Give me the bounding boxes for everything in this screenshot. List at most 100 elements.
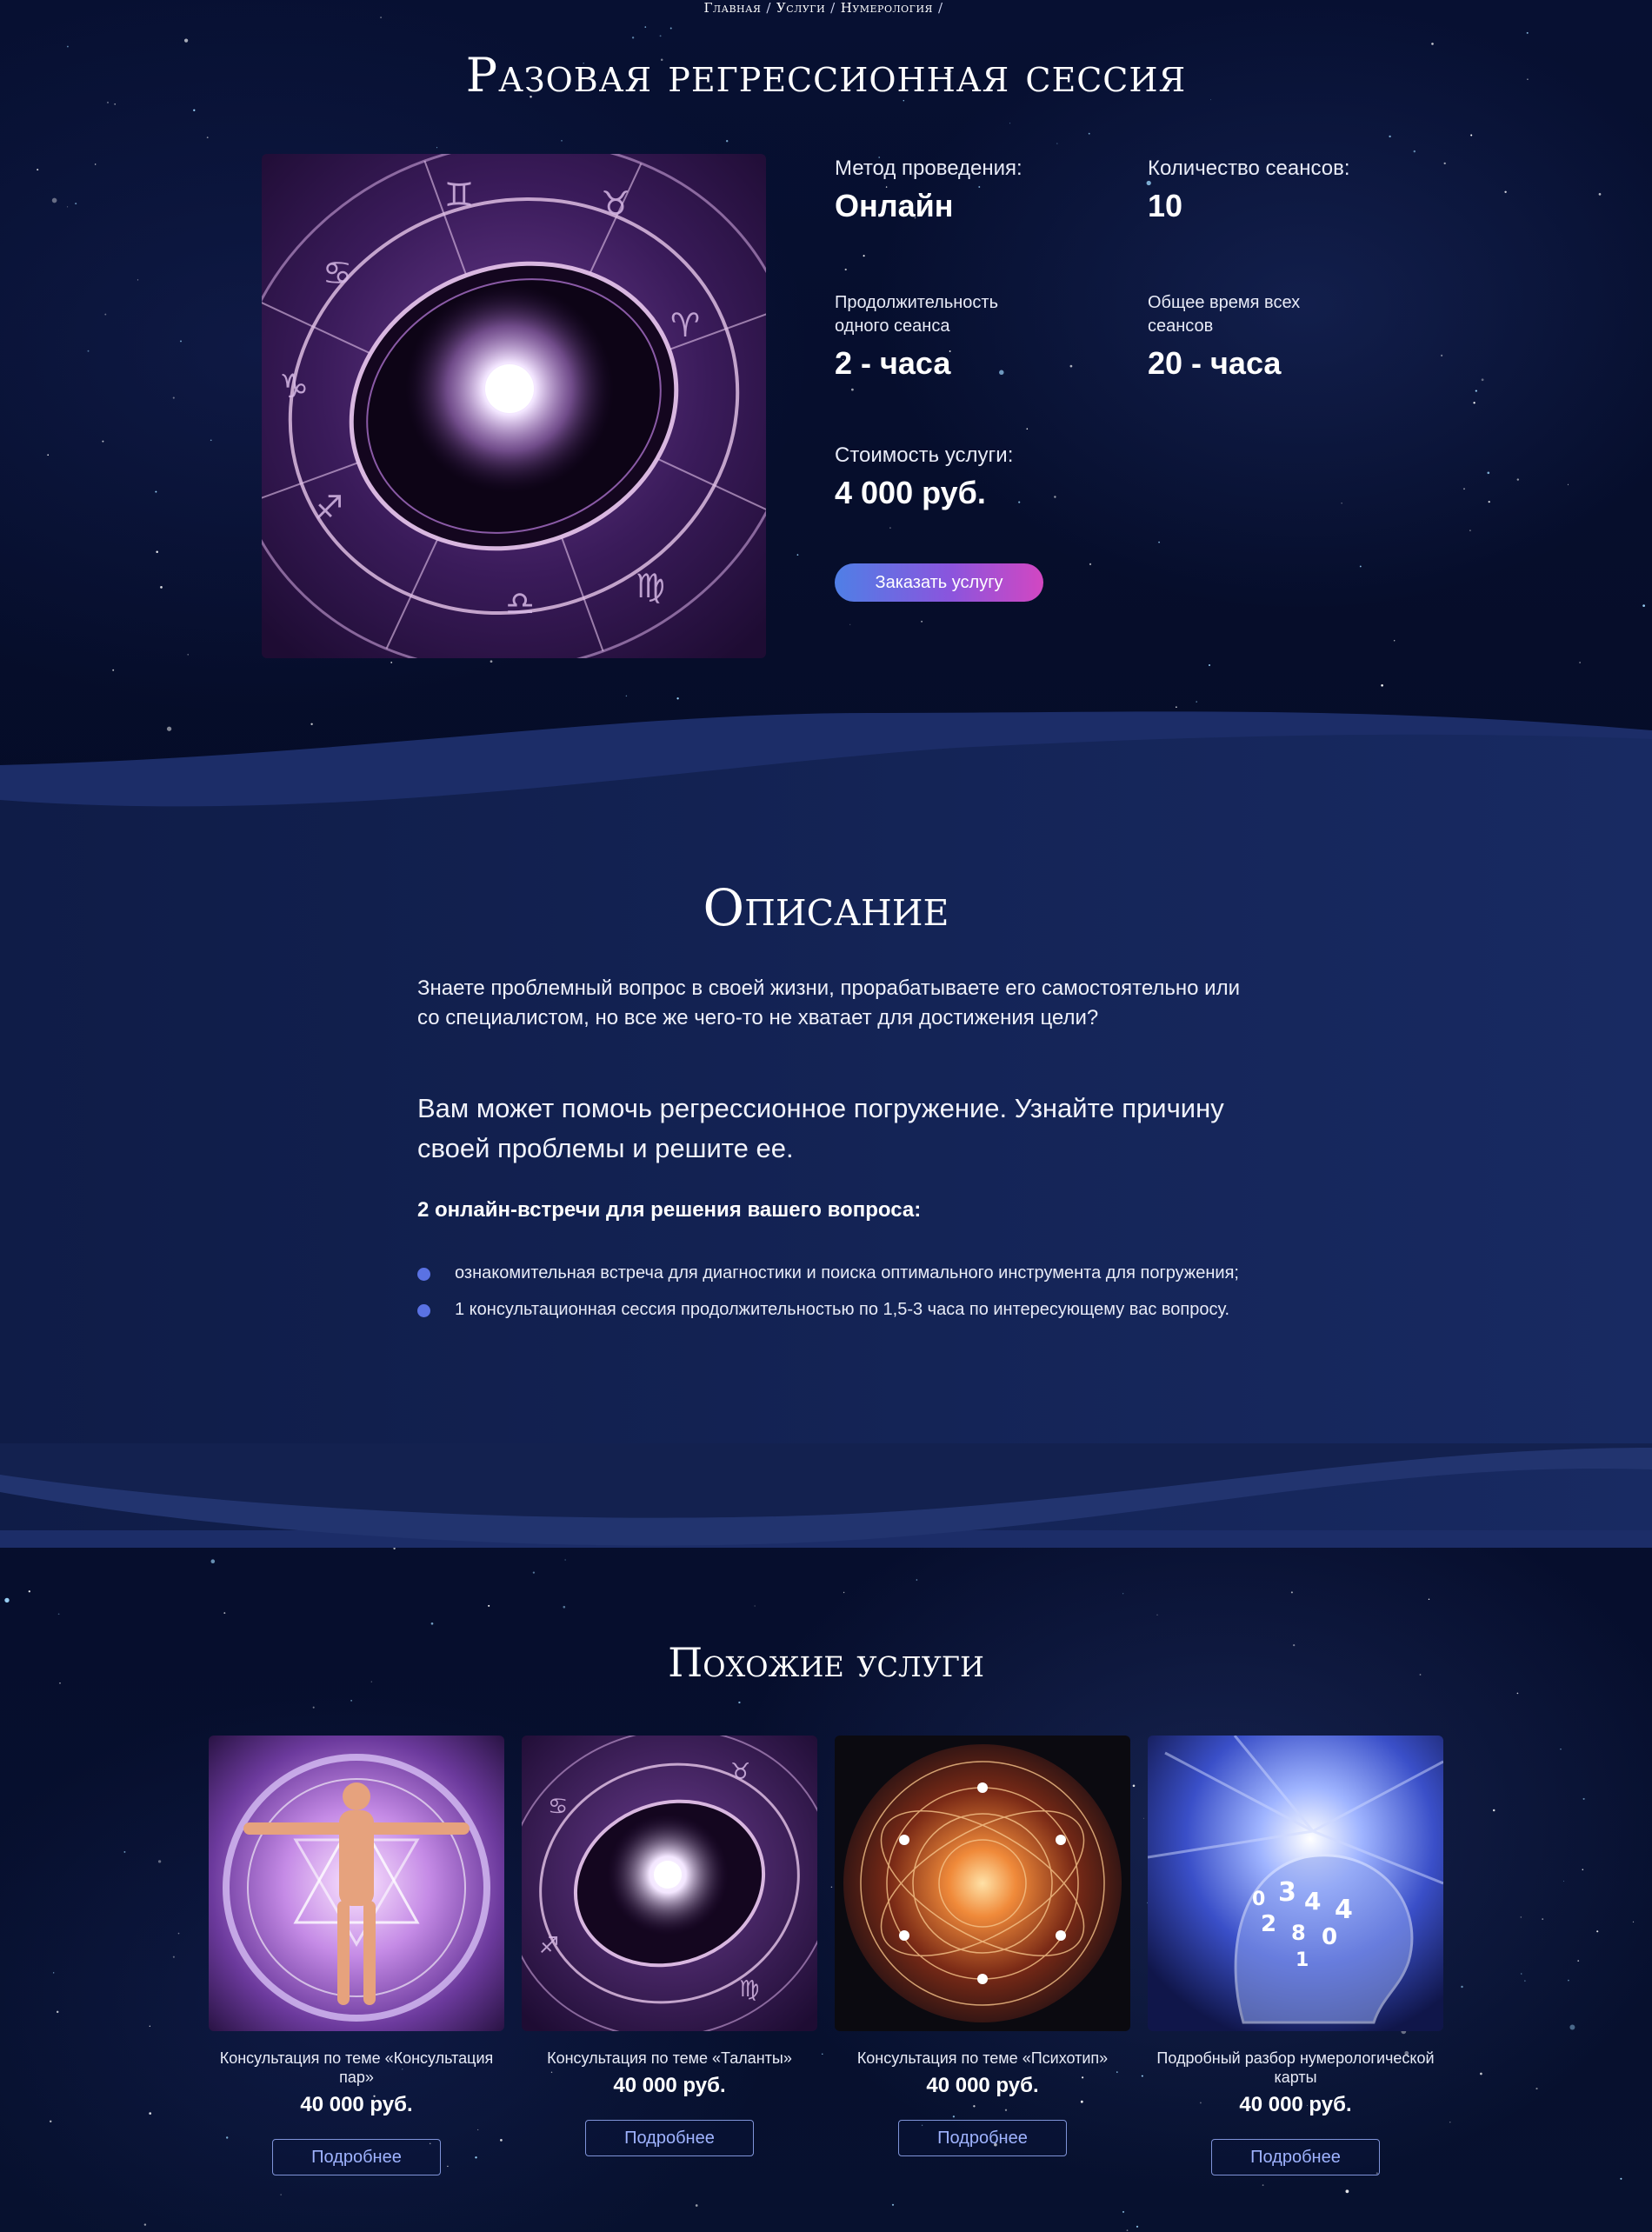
description-title: Описание — [703, 878, 949, 937]
star — [1156, 1614, 1158, 1616]
service-card: ♋ ♉ ♍ ♐ Консультация по теме «Таланты» 4… — [522, 1736, 817, 2156]
star — [488, 1604, 490, 1607]
method-value: Онлайн — [835, 188, 954, 223]
zodiac-wheel-illustration: ♋ ♊ ♉ ♈ ♍ ♐ ♑ ♎ — [262, 154, 766, 658]
page-title: Разовая регрессионная сессия — [465, 48, 1187, 103]
total-time-label: Общее время всех сеансов — [1148, 293, 1301, 336]
star — [1141, 2075, 1143, 2077]
svg-text:♉: ♉ — [601, 184, 630, 223]
card-price: 40 000 руб. — [1239, 2093, 1352, 2116]
details-button[interactable]: Подробнее — [898, 2120, 1067, 2156]
star — [1473, 402, 1475, 404]
rune-circle-thumbnail[interactable] — [835, 1736, 1130, 2031]
star — [1526, 31, 1529, 34]
svg-text:0: 0 — [1252, 1889, 1265, 1910]
star — [889, 527, 891, 529]
star — [210, 439, 212, 442]
star — [1504, 190, 1507, 194]
card-title: Подробный разбор нумерологической карты — [1156, 2049, 1435, 2086]
breadcrumb-numerology[interactable]: Нумерология — [841, 0, 933, 16]
method-block: Метод проведения: Онлайн — [835, 157, 1023, 224]
star — [1470, 134, 1473, 137]
star — [822, 2053, 823, 2055]
star — [916, 1579, 918, 1581]
details-button[interactable]: Подробнее — [1211, 2139, 1380, 2175]
star — [644, 26, 647, 28]
star — [1562, 1880, 1565, 1882]
star — [37, 169, 39, 171]
star — [1520, 1916, 1522, 1918]
description-paragraph-3: 2 онлайн-встречи для решения вашего вопр… — [417, 1198, 922, 1222]
star — [1431, 43, 1434, 45]
price-value: 4 000 руб. — [835, 475, 986, 510]
star — [1598, 193, 1602, 196]
star — [180, 340, 182, 343]
star — [754, 1605, 756, 1607]
details-button[interactable]: Подробнее — [272, 2139, 441, 2175]
star — [172, 396, 175, 399]
breadcrumb-separator: / — [830, 0, 836, 16]
card-title: Консультация по теме «Консультация пар» — [219, 2049, 494, 2086]
star — [1481, 378, 1484, 382]
star — [1516, 478, 1520, 481]
description-paragraph-2: Вам может помочь регрессионное погружени… — [417, 1093, 1224, 1163]
star — [1567, 483, 1569, 485]
star — [1209, 664, 1210, 666]
breadcrumb-home[interactable]: Главная — [704, 0, 762, 16]
total-time-block: Общее время всех сеансов 20 - часа — [1148, 291, 1356, 382]
star — [863, 255, 865, 257]
breadcrumb-services[interactable]: Услуги — [776, 0, 825, 16]
star — [1488, 500, 1490, 503]
star — [380, 17, 383, 19]
star — [1262, 2184, 1264, 2186]
star — [390, 662, 393, 663]
star — [726, 140, 729, 143]
star — [1122, 1593, 1124, 1595]
star — [67, 206, 69, 208]
star — [1136, 2225, 1139, 2228]
star — [1026, 428, 1029, 430]
order-service-button[interactable]: Заказать услугу — [835, 563, 1043, 602]
star — [156, 550, 158, 554]
price-label: Стоимость услуги: — [835, 443, 1014, 467]
star — [143, 2223, 147, 2226]
star — [53, 1972, 55, 1974]
svg-text:1: 1 — [1296, 1949, 1309, 1971]
description-bullet-list: ознакомительная встреча для диагностики … — [417, 1261, 1252, 1334]
star — [1582, 1797, 1585, 1800]
star — [193, 109, 196, 111]
star — [1393, 640, 1396, 642]
star — [172, 1955, 175, 1958]
star — [104, 313, 107, 316]
numbers-head-thumbnail[interactable]: 3 4 2 8 0 0 4 1 — [1148, 1736, 1443, 2031]
star — [47, 454, 50, 456]
star — [223, 1612, 226, 1615]
svg-text:♉: ♉ — [730, 1759, 750, 1785]
price-block: Стоимость услуги: 4 000 руб. — [835, 443, 1013, 511]
star — [187, 654, 189, 656]
breadcrumb-separator: / — [937, 0, 943, 16]
star — [183, 38, 189, 43]
zodiac-wheel-thumbnail[interactable]: ♋ ♉ ♍ ♐ — [522, 1736, 817, 2031]
svg-text:♈: ♈ — [670, 306, 700, 344]
star — [123, 1850, 126, 1853]
bullet-dot-icon — [417, 1304, 430, 1317]
star — [1568, 1979, 1569, 1982]
star — [430, 1622, 434, 1625]
bullet-dot-icon — [417, 1268, 430, 1281]
svg-text:♋: ♋ — [323, 254, 352, 292]
service-card: Консультация по теме «Психотип» 40 000 р… — [835, 1736, 1130, 2156]
card-price: 40 000 руб. — [926, 2074, 1039, 2097]
star — [1642, 604, 1645, 607]
star — [49, 2120, 52, 2123]
duration-label: Продолжительность одного сеанса — [835, 293, 998, 336]
star — [1620, 2177, 1622, 2180]
duration-block: Продолжительность одного сеанса 2 - часа — [835, 291, 1043, 382]
star — [1461, 1985, 1463, 1989]
star — [1381, 684, 1383, 687]
details-button[interactable]: Подробнее — [585, 2120, 754, 2156]
vitruvian-man-thumbnail[interactable] — [209, 1736, 504, 2031]
star — [1142, 1817, 1144, 1819]
svg-text:8: 8 — [1291, 1921, 1306, 1945]
star — [490, 660, 493, 663]
